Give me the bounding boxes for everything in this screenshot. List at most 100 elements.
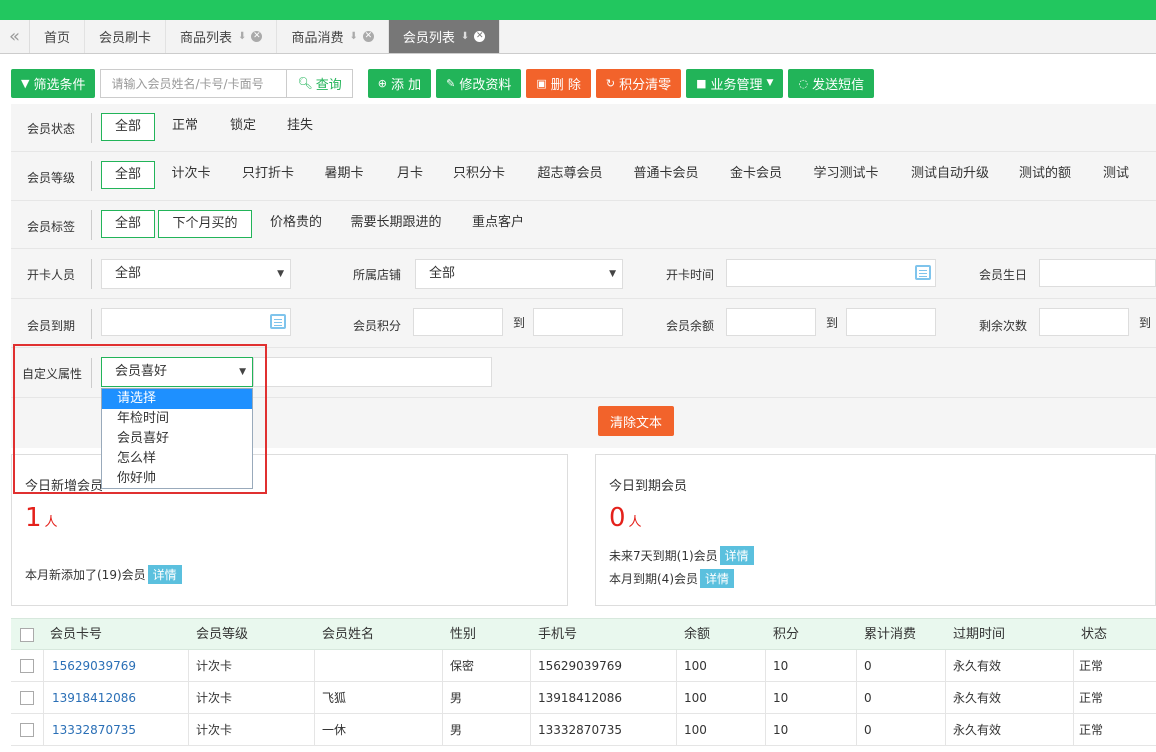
cell-divider xyxy=(43,714,44,746)
cell-total-spend: 0 xyxy=(864,659,872,673)
table-row[interactable]: 15629039769 计次卡 保密 15629039769 100 10 0 … xyxy=(11,650,1156,682)
points-min-input[interactable] xyxy=(413,308,503,336)
tab-member-swipe[interactable]: 会员刷卡 xyxy=(85,20,167,53)
level-option[interactable]: 普通卡会员 xyxy=(624,161,708,189)
cell-divider xyxy=(188,714,189,746)
close-icon[interactable]: ✕ xyxy=(362,31,374,42)
month-new-note: 本月新添加了(19)会员 详情 xyxy=(25,565,182,584)
custom-value-input[interactable] xyxy=(253,357,492,387)
tag-option[interactable]: 重点客户 xyxy=(463,210,533,238)
refresh-icon: ↻ xyxy=(605,76,616,90)
filter-button[interactable]: ▼ 筛选条件 xyxy=(11,68,96,98)
col-level[interactable]: 会员等级 xyxy=(196,619,248,651)
level-option[interactable]: 测试的额 xyxy=(1010,161,1080,189)
birthday-input[interactable] xyxy=(1039,259,1156,287)
cell-expire-time: 永久有效 xyxy=(953,723,1002,737)
status-option-all[interactable]: 全部 xyxy=(101,113,155,141)
delete-button[interactable]: ▣ 删 除 xyxy=(526,68,591,98)
tag-option[interactable]: 需要长期跟进的 xyxy=(347,210,445,238)
cell-phone: 13918412086 xyxy=(538,691,622,705)
points-label: 会员积分 xyxy=(353,319,402,333)
cell-balance: 100 xyxy=(684,691,707,705)
new-count: 1人 xyxy=(25,503,58,533)
status-option-locked[interactable]: 锁定 xyxy=(221,113,265,141)
col-card-no[interactable]: 会员卡号 xyxy=(50,619,102,651)
store-select[interactable]: 全部 ▼ xyxy=(415,259,623,289)
calendar-icon[interactable] xyxy=(915,265,931,280)
balance-min-input[interactable] xyxy=(726,308,816,336)
opener-select[interactable]: 全部 ▼ xyxy=(101,259,291,289)
search-input[interactable]: 请输入会员姓名/卡号/卡面号 xyxy=(100,68,287,98)
tag-option[interactable]: 价格贵的 xyxy=(261,210,331,238)
level-option[interactable]: 超志尊会员 xyxy=(528,161,612,189)
expire-input[interactable] xyxy=(101,308,291,336)
level-option[interactable]: 测试 xyxy=(1095,161,1137,189)
table-row[interactable]: 13332870735 计次卡 一休 男 13332870735 100 10 … xyxy=(11,714,1156,746)
level-option[interactable]: 月卡 xyxy=(389,161,431,189)
add-button[interactable]: ⊕ 添 加 xyxy=(367,68,432,98)
level-option[interactable]: 学习测试卡 xyxy=(804,161,888,189)
calendar-icon[interactable] xyxy=(270,314,286,329)
tag-option[interactable]: 下个月买的 xyxy=(158,210,252,238)
col-points[interactable]: 积分 xyxy=(773,619,799,651)
pin-icon[interactable]: ⬇ xyxy=(461,31,469,42)
table-row[interactable]: 13918412086 计次卡 飞狐 男 13918412086 100 10 … xyxy=(11,682,1156,714)
detail-link[interactable]: 详情 xyxy=(147,565,182,584)
open-time-input[interactable] xyxy=(726,259,936,287)
search-button[interactable]: 🔍︎ 查询 xyxy=(286,68,353,98)
clear-text-button[interactable]: 清除文本 xyxy=(598,406,674,436)
select-all-checkbox[interactable] xyxy=(20,628,34,642)
clear-points-button[interactable]: ↻ 积分清零 xyxy=(595,68,682,98)
edit-icon: ✎ xyxy=(446,76,456,90)
edit-button[interactable]: ✎ 修改资料 xyxy=(436,68,522,98)
col-expire-time[interactable]: 过期时间 xyxy=(953,619,1005,651)
sms-button[interactable]: ◌ 发送短信 xyxy=(788,68,875,98)
level-option[interactable]: 计次卡 xyxy=(163,161,219,189)
cell-expire-time: 永久有效 xyxy=(953,659,1002,673)
col-status[interactable]: 状态 xyxy=(1081,619,1107,651)
pin-icon[interactable]: ⬇ xyxy=(238,31,246,42)
status-option-lost[interactable]: 挂失 xyxy=(278,113,322,141)
points-max-input[interactable] xyxy=(533,308,623,336)
level-option[interactable]: 全部 xyxy=(101,161,155,189)
tab-member-list[interactable]: 会员列表 ⬇ ✕ xyxy=(388,20,501,53)
card-title: 今日到期会员 xyxy=(609,479,688,494)
level-option[interactable]: 只积分卡 xyxy=(444,161,514,189)
col-balance[interactable]: 余额 xyxy=(684,619,710,651)
cell-total-spend: 0 xyxy=(864,691,872,705)
row-checkbox[interactable] xyxy=(20,659,34,673)
col-total-spend[interactable]: 累计消费 xyxy=(864,619,916,651)
cell-divider xyxy=(856,682,857,714)
remaining-min-input[interactable] xyxy=(1039,308,1129,336)
level-option[interactable]: 金卡会员 xyxy=(721,161,791,189)
card-no-link[interactable]: 13918412086 xyxy=(52,682,136,714)
card-no-link[interactable]: 13332870735 xyxy=(52,714,136,746)
col-phone[interactable]: 手机号 xyxy=(538,619,577,651)
row-checkbox[interactable] xyxy=(20,691,34,705)
row-checkbox[interactable] xyxy=(20,723,34,737)
col-gender[interactable]: 性别 xyxy=(450,619,476,651)
col-name[interactable]: 会员姓名 xyxy=(322,619,374,651)
detail-link[interactable]: 详情 xyxy=(719,546,754,565)
tab-home[interactable]: 首页 xyxy=(30,20,86,53)
level-option[interactable]: 测试自动升级 xyxy=(901,161,999,189)
status-option-normal[interactable]: 正常 xyxy=(163,113,207,141)
cell-points: 10 xyxy=(773,691,789,705)
pin-icon[interactable]: ⬇ xyxy=(349,31,357,42)
filter-icon: ▼ xyxy=(21,76,30,90)
cell-divider xyxy=(676,714,677,746)
tabs-prev-icon[interactable]: « xyxy=(0,20,30,53)
expire-label: 会员到期 xyxy=(27,319,76,333)
close-icon[interactable]: ✕ xyxy=(474,31,486,42)
tag-option[interactable]: 全部 xyxy=(101,210,155,238)
detail-link[interactable]: 详情 xyxy=(700,569,735,588)
cell-divider xyxy=(530,714,531,746)
balance-max-input[interactable] xyxy=(846,308,936,336)
card-no-link[interactable]: 15629039769 xyxy=(52,650,136,682)
tab-product-consume[interactable]: 商品消费 ⬇ ✕ xyxy=(277,20,389,53)
close-icon[interactable]: ✕ xyxy=(251,31,263,42)
tab-product-list[interactable]: 商品列表 ⬇ ✕ xyxy=(166,20,278,53)
business-menu-button[interactable]: ■ 业务管理 ▼ xyxy=(686,68,784,98)
level-option[interactable]: 只打折卡 xyxy=(233,161,303,189)
level-option[interactable]: 暑期卡 xyxy=(316,161,372,189)
